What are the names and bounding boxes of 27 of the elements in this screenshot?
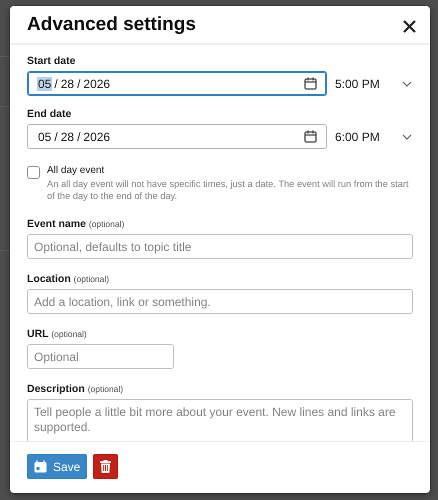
chevron-down-icon [402,134,412,140]
field-label: URL (optional) [27,328,88,340]
time-select[interactable]: 6:00 PM [335,130,412,144]
input-field[interactable]: Optional, defaults to topic title [27,234,413,259]
field-label: End date [27,108,72,120]
save-button[interactable]: Save [27,454,88,479]
date-field[interactable]: 05 / 28 / 2026 [27,124,327,149]
field-label: Event name (optional) [27,218,126,230]
field-label: Location (optional) [27,273,110,285]
dialog-title: Advanced settings [27,14,196,36]
trash-icon [100,460,112,473]
delete-button[interactable] [93,454,118,479]
text-area[interactable]: Tell people a little bit more about your event. New lines and links are supported. [27,399,413,441]
field-label: Start date [27,55,76,67]
input-field[interactable]: Add a location, link or something. [27,289,413,314]
checkbox[interactable] [27,166,40,179]
date-field[interactable]: 05 / 28 / 2026 [27,71,327,96]
time-select[interactable]: 5:00 PM [335,76,412,90]
close-icon[interactable] [403,20,416,32]
help-text: An all day event will not have specific times, just a date. The event will run from the start of the day to the end of the day. [47,178,410,202]
chevron-down-icon [402,80,412,86]
calendar-icon [34,460,47,473]
calendar-icon[interactable] [304,130,317,143]
input-field[interactable]: Optional [27,344,174,369]
checkbox-label: All day event [47,165,106,176]
field-label: Description (optional) [27,383,124,395]
calendar-icon[interactable] [304,77,317,90]
